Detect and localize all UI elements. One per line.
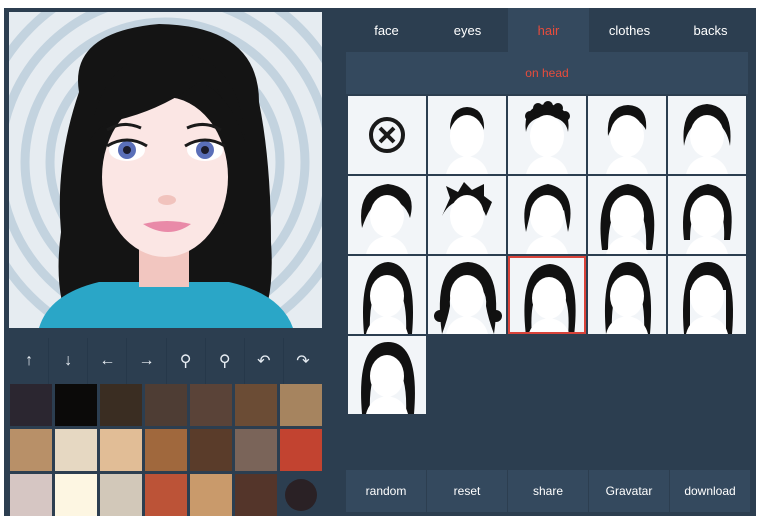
gravatar-button[interactable]: Gravatar [589, 470, 669, 512]
hair-color-palette [10, 384, 324, 516]
share-button[interactable]: share [508, 470, 588, 512]
tab-clothes[interactable]: clothes [589, 8, 670, 52]
avatar-preview [9, 12, 322, 328]
color-swatch[interactable] [10, 474, 52, 516]
hair-long-bangs-icon [683, 262, 733, 334]
hair-option[interactable] [428, 256, 506, 334]
hair-long-textured-icon [361, 342, 415, 414]
hair-spiky-icon [442, 182, 492, 254]
color-swatch[interactable] [55, 429, 97, 471]
hair-option[interactable] [348, 256, 426, 334]
left-panel: ↑ ↓ ← → ⚲ ⚲ ↶ ↷ [4, 8, 326, 516]
color-swatch[interactable] [235, 429, 277, 471]
arrow-down-icon[interactable]: ↓ [49, 338, 89, 384]
hair-wavy-short-icon [361, 184, 412, 254]
zoom-in-icon[interactable]: ⚲ [206, 338, 245, 384]
arrow-right-icon[interactable]: → [127, 338, 167, 384]
hair-option[interactable] [348, 336, 426, 414]
tab-hair[interactable]: hair [508, 8, 589, 52]
color-swatch[interactable] [100, 384, 142, 426]
hair-option[interactable] [668, 96, 746, 174]
color-swatch[interactable] [100, 474, 142, 516]
hair-option[interactable] [348, 176, 426, 254]
color-swatch[interactable] [55, 474, 97, 516]
zoom-out-icon[interactable]: ⚲ [167, 338, 206, 384]
hair-option[interactable] [428, 176, 506, 254]
redo-icon[interactable]: ↷ [284, 338, 322, 384]
hair-option[interactable] [668, 176, 746, 254]
hair-option[interactable] [588, 96, 666, 174]
random-button[interactable]: random [346, 470, 426, 512]
subtab-on-head[interactable]: on head [525, 66, 568, 80]
action-bar: random reset share Gravatar download [346, 470, 756, 512]
avatar-maker-app: ↑ ↓ ← → ⚲ ⚲ ↶ ↷ face eyes hair clothes b… [4, 8, 756, 516]
reset-button[interactable]: reset [427, 470, 507, 512]
color-swatch[interactable] [190, 384, 232, 426]
hair-option[interactable] [348, 96, 426, 174]
color-swatch[interactable] [190, 474, 232, 516]
download-button[interactable]: download [670, 470, 750, 512]
arrow-up-icon[interactable]: ↑ [10, 338, 50, 384]
hair-short-crop-icon [446, 107, 488, 174]
color-swatch[interactable] [10, 384, 52, 426]
hair-long-curly-icon [434, 262, 502, 334]
hair-options-grid [348, 96, 750, 414]
hair-long-wavy-icon [524, 264, 576, 332]
hair-option[interactable] [588, 256, 666, 334]
tab-eyes[interactable]: eyes [427, 8, 508, 52]
hair-long-sleek-icon [604, 262, 652, 334]
color-swatch[interactable] [280, 384, 322, 426]
hair-curly-short-icon [525, 101, 570, 174]
color-swatch[interactable] [190, 429, 232, 471]
hair-option[interactable] [588, 176, 666, 254]
right-panel: face eyes hair clothes backs on head ran… [346, 8, 756, 516]
avatar-image [9, 12, 322, 328]
tab-backs[interactable]: backs [670, 8, 751, 52]
hair-long-straight-icon [600, 184, 655, 254]
hair-side-part-icon [606, 105, 648, 174]
undo-icon[interactable]: ↶ [245, 338, 284, 384]
color-swatch[interactable] [145, 384, 187, 426]
hair-option[interactable] [508, 256, 586, 334]
category-tabs: face eyes hair clothes backs [346, 8, 756, 52]
color-swatch[interactable] [145, 429, 187, 471]
position-toolbar: ↑ ↓ ← → ⚲ ⚲ ↶ ↷ [10, 338, 322, 384]
hair-bob-icon [683, 104, 731, 174]
color-swatch[interactable] [145, 474, 187, 516]
color-swatch[interactable] [235, 384, 277, 426]
hair-long-smooth-icon [363, 262, 413, 334]
hair-option[interactable] [668, 256, 746, 334]
hair-shaggy-icon [524, 184, 571, 254]
hair-option[interactable] [508, 96, 586, 174]
color-swatch[interactable] [280, 429, 322, 471]
arrow-left-icon[interactable]: ← [88, 338, 128, 384]
tab-face[interactable]: face [346, 8, 427, 52]
color-swatch[interactable] [285, 479, 317, 511]
subtab-bar: on head [346, 52, 748, 94]
none-icon [369, 117, 405, 153]
color-swatch[interactable] [55, 384, 97, 426]
color-swatch[interactable] [235, 474, 277, 516]
hair-medium-bob-icon [683, 184, 732, 254]
color-swatch[interactable] [100, 429, 142, 471]
color-swatch[interactable] [10, 429, 52, 471]
hair-option[interactable] [428, 96, 506, 174]
hair-option[interactable] [508, 176, 586, 254]
